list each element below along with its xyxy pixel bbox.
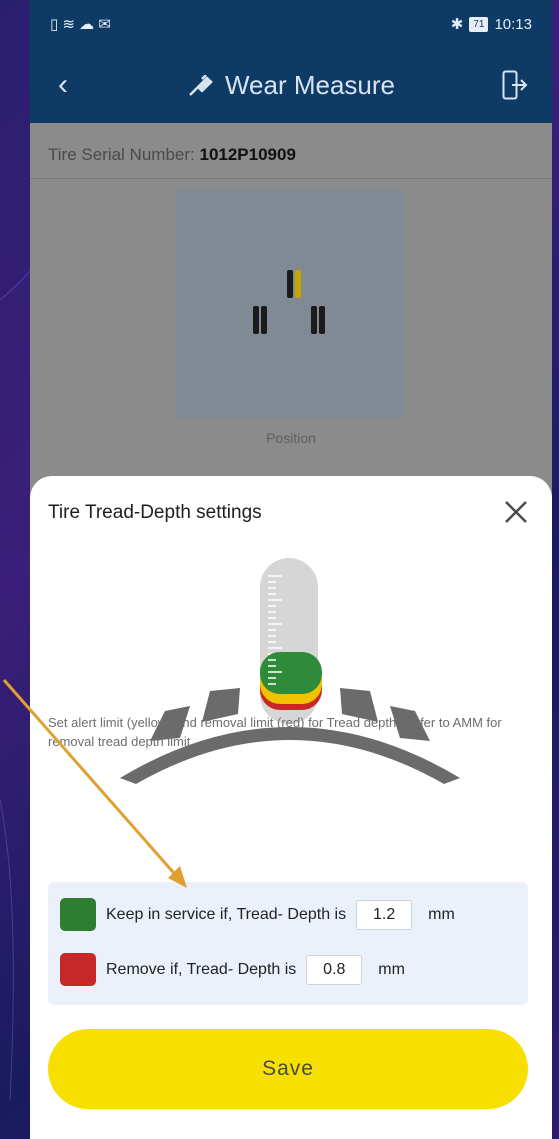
tire-position-diagram xyxy=(175,190,403,418)
plug-icon xyxy=(189,74,213,96)
serial-value: 1012P10909 xyxy=(199,145,296,164)
clock: 10:13 xyxy=(494,15,532,33)
serial-number: Tire Serial Number: 1012P10909 xyxy=(48,145,296,165)
position-label: Position xyxy=(266,430,316,446)
sheet-title: Tire Tread-Depth settings xyxy=(48,502,262,523)
tread-depth-description: Set alert limit (yellow) and removal lim… xyxy=(48,715,502,749)
tire-main-left-1 xyxy=(253,306,259,334)
status-bar: ▯ ≋ ☁ ✉ ✱ 71 10:13 xyxy=(30,0,552,48)
status-icons: ▯ ≋ ☁ ✉ xyxy=(50,16,111,33)
close-icon[interactable] xyxy=(502,498,530,526)
tire-main-right-2 xyxy=(319,306,325,334)
tire-main-right-1 xyxy=(311,306,317,334)
divider xyxy=(30,178,552,179)
tire-nose-right-selected xyxy=(295,270,301,298)
tread-depth-gauge-illustration xyxy=(120,558,460,784)
remove-label: Remove if, Tread- Depth is xyxy=(106,960,297,978)
keep-unit: mm xyxy=(428,905,455,923)
green-swatch xyxy=(60,898,96,931)
remove-depth-input[interactable] xyxy=(306,954,363,985)
red-swatch xyxy=(60,953,96,986)
limits-panel: Keep in service if, Tread- Depth is mm R… xyxy=(48,882,528,1005)
keep-label: Keep in service if, Tread- Depth is xyxy=(106,905,347,923)
serial-label: Tire Serial Number: xyxy=(48,145,195,164)
tire-nose-left xyxy=(287,270,293,298)
remove-row: Remove if, Tread- Depth is mm xyxy=(60,953,405,986)
keep-in-service-row: Keep in service if, Tread- Depth is mm xyxy=(60,898,455,931)
tire-main-left-2 xyxy=(261,306,267,334)
page-title: Wear Measure xyxy=(224,70,396,100)
exit-icon[interactable] xyxy=(502,70,528,100)
tread-depth-settings-sheet: Tire Tread-Depth settings Set alert limi… xyxy=(30,476,552,1139)
save-button[interactable]: Save xyxy=(48,1029,528,1109)
app-bar: ‹ Wear Measure xyxy=(30,48,552,123)
bluetooth-icon: ✱ xyxy=(450,16,464,33)
battery-icon: 71 xyxy=(469,16,489,32)
phone-screen: ▯ ≋ ☁ ✉ ✱ 71 10:13 ‹ Wear Measure Tire S… xyxy=(30,0,552,1139)
remove-unit: mm xyxy=(378,960,405,978)
back-button[interactable]: ‹ xyxy=(58,68,68,102)
keep-depth-input[interactable] xyxy=(356,899,413,930)
